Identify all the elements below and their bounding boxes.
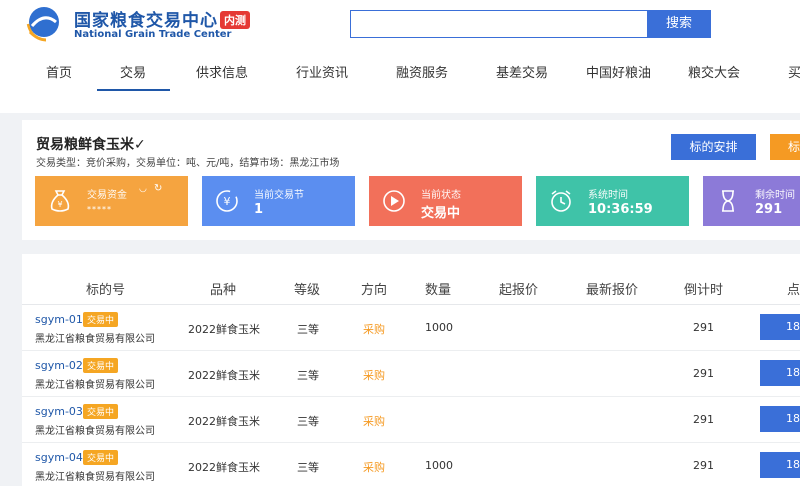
row-countdown: 291 — [693, 413, 714, 426]
nav-trade[interactable]: 交易 — [120, 62, 146, 81]
col-header-countdown: 倒计时 — [684, 283, 724, 298]
search-button[interactable]: 搜索 — [647, 10, 711, 38]
nav-active-indicator — [97, 89, 170, 91]
row-grade: 三等 — [297, 461, 319, 474]
nav-supply-demand[interactable]: 供求信息 — [196, 62, 248, 81]
beta-badge: 内测 — [220, 11, 250, 29]
row-direction: 采购 — [363, 461, 385, 474]
row-countdown: 291 — [693, 367, 714, 380]
eye-icon[interactable]: ◡ — [139, 184, 147, 194]
row-code[interactable]: sgym-04 — [35, 451, 83, 464]
row-grade: 三等 — [297, 415, 319, 428]
stat-status-label: 当前状态 — [421, 190, 461, 201]
yen-cycle-icon: ¥ — [216, 190, 238, 212]
row-divider — [22, 350, 800, 351]
site-header: 国家粮食交易中心 内测 National Grain Trade Center 搜… — [0, 0, 800, 113]
secondary-action-button[interactable]: 标 — [770, 134, 800, 160]
stat-remaining-time-value: 291 — [755, 202, 783, 217]
logo-subtitle: National Grain Trade Center — [74, 29, 232, 40]
stat-funds: ¥ 交易资金 ***** ◡ ↻ — [35, 176, 188, 226]
stat-status-value: 交易中 — [421, 206, 461, 221]
row-action-button[interactable]: 18 — [760, 452, 800, 478]
col-header-code: 标的号 — [86, 283, 126, 298]
nav-good-grain-oil[interactable]: 中国好粮油 — [586, 62, 651, 81]
hourglass-icon — [722, 190, 734, 212]
nav-more[interactable]: 买 — [788, 62, 800, 81]
money-bag-icon: ¥ — [50, 190, 70, 212]
stat-status: 当前状态 交易中 — [369, 176, 522, 226]
grain-logo-icon — [26, 7, 59, 42]
stat-session-value: 1 — [254, 202, 264, 217]
svg-text:¥: ¥ — [224, 195, 231, 208]
status-badge: 交易中 — [83, 312, 119, 327]
col-header-direction: 方向 — [361, 283, 388, 298]
stat-system-time: 系统时间 10:36:59 — [536, 176, 689, 226]
nav-industry-news[interactable]: 行业资讯 — [296, 62, 348, 81]
row-quantity: 1000 — [425, 459, 453, 472]
status-badge: 交易中 — [83, 404, 119, 419]
stat-system-time-value: 10:36:59 — [588, 202, 653, 217]
nav-finance[interactable]: 融资服务 — [396, 62, 448, 81]
row-company: 黑龙江省粮食贸易有限公司 — [35, 426, 155, 437]
row-divider — [22, 396, 800, 397]
refresh-icon[interactable]: ↻ — [154, 183, 162, 194]
row-company: 黑龙江省粮食贸易有限公司 — [35, 380, 155, 391]
target-arrangement-button[interactable]: 标的安排 — [671, 134, 756, 160]
status-badge: 交易中 — [83, 450, 119, 465]
row-company: 黑龙江省粮食贸易有限公司 — [35, 334, 155, 345]
main-nav: 首页 交易 供求信息 行业资讯 融资服务 基差交易 中国好粮油 粮交大会 买 — [0, 62, 800, 92]
row-divider — [22, 442, 800, 443]
row-company: 黑龙江省粮食贸易有限公司 — [35, 472, 155, 483]
trade-subtitle: 交易类型：竞价采购，交易单位：吨、元/吨，结算市场：黑龙江市场 — [36, 158, 340, 169]
alarm-clock-icon — [551, 190, 571, 212]
status-badge: 交易中 — [83, 358, 119, 373]
row-direction: 采购 — [363, 415, 385, 428]
col-header-quantity: 数量 — [425, 283, 452, 298]
col-header-grade: 等级 — [294, 283, 321, 298]
row-grade: 三等 — [297, 323, 319, 336]
row-quantity: 1000 — [425, 321, 453, 334]
col-header-latest-price: 最新报价 — [586, 283, 639, 298]
row-direction: 采购 — [363, 323, 385, 336]
stat-remaining-time-label: 剩余时间 — [755, 190, 795, 201]
row-action-button[interactable]: 18 — [760, 314, 800, 340]
trade-title: 贸易粮鲜食玉米✓ — [36, 137, 146, 153]
row-variety: 2022鲜食玉米 — [188, 461, 260, 474]
row-code[interactable]: sgym-01 — [35, 313, 83, 326]
nav-basis-trade[interactable]: 基差交易 — [496, 62, 548, 81]
svg-text:¥: ¥ — [57, 200, 62, 209]
row-action-button[interactable]: 18 — [760, 406, 800, 432]
row-variety: 2022鲜食玉米 — [188, 415, 260, 428]
row-grade: 三等 — [297, 369, 319, 382]
row-direction: 采购 — [363, 369, 385, 382]
stat-session-label: 当前交易节 — [254, 190, 304, 201]
row-code[interactable]: sgym-02 — [35, 359, 83, 372]
row-variety: 2022鲜食玉米 — [188, 323, 260, 336]
row-action-button[interactable]: 18 — [760, 360, 800, 386]
row-countdown: 291 — [693, 321, 714, 334]
play-icon — [383, 190, 405, 212]
row-variety: 2022鲜食玉米 — [188, 369, 260, 382]
stat-system-time-label: 系统时间 — [588, 190, 628, 201]
col-header-variety: 品种 — [210, 283, 237, 298]
search-input[interactable] — [350, 10, 648, 38]
row-countdown: 291 — [693, 459, 714, 472]
logo-title[interactable]: 国家粮食交易中心 内测 — [74, 6, 250, 31]
stat-session: ¥ 当前交易节 1 — [202, 176, 355, 226]
nav-home[interactable]: 首页 — [46, 62, 72, 81]
stat-funds-label: 交易资金 — [87, 190, 127, 201]
stat-remaining-time: 剩余时间 291 — [703, 176, 800, 226]
stat-funds-value: ***** — [87, 205, 112, 214]
col-header-start-price: 起报价 — [499, 283, 539, 298]
col-header-action: 点 — [787, 283, 800, 298]
table-header-divider — [22, 304, 800, 305]
nav-grain-conference[interactable]: 粮交大会 — [688, 62, 740, 81]
row-code[interactable]: sgym-03 — [35, 405, 83, 418]
